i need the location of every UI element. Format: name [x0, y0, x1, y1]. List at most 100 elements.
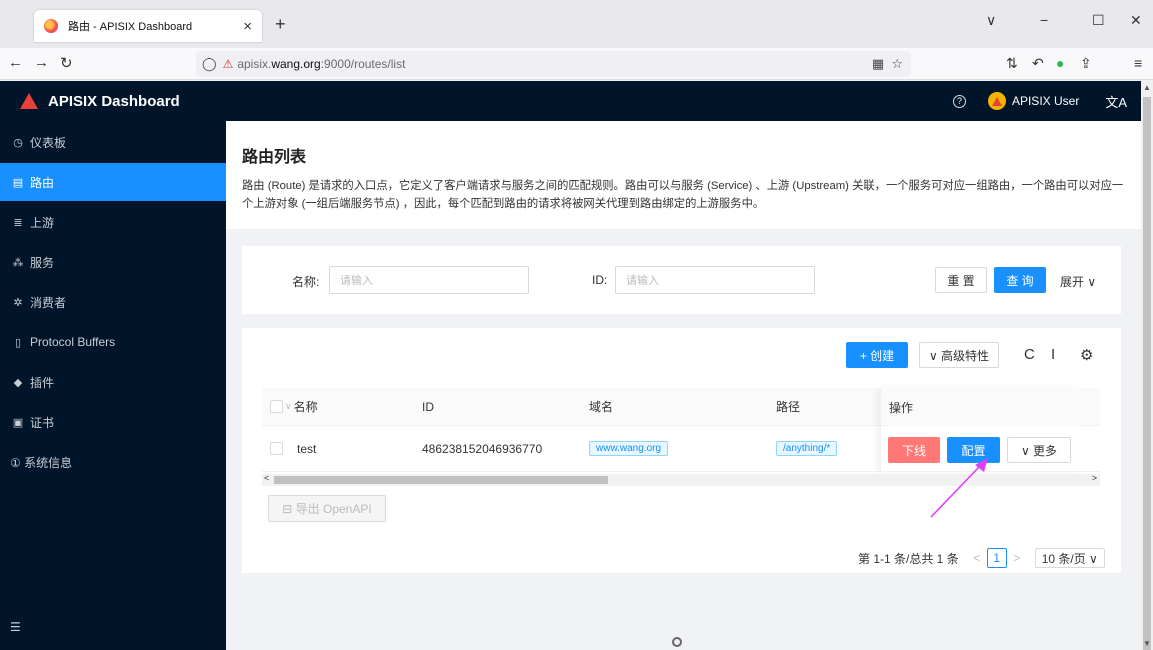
new-tab-button[interactable]: +: [275, 14, 286, 35]
offline-button[interactable]: 下线: [888, 437, 940, 463]
language-icon[interactable]: 文A: [1105, 92, 1127, 111]
sidebar-item-label: 插件: [30, 375, 55, 390]
url-suffix: :9000/routes/list: [320, 57, 406, 71]
menu-icon[interactable]: ≡: [1134, 55, 1142, 71]
sidebar-item-label: 消费者: [30, 295, 67, 310]
sidebar-item-label: 证书: [30, 415, 55, 430]
query-button[interactable]: 查 询: [994, 267, 1046, 293]
maximize-icon[interactable]: ☐: [1092, 12, 1105, 29]
column-path: 路径: [776, 400, 801, 414]
reset-button[interactable]: 重 置: [935, 267, 987, 293]
sidebar-item-protocol-buffers[interactable]: ▯ Protocol Buffers: [0, 323, 226, 361]
share-icon[interactable]: ⇪: [1080, 55, 1092, 72]
operations-column: 操作 下线 配置 ∨ 更多: [880, 388, 1080, 472]
column-host: 域名: [589, 400, 614, 414]
browser-tab[interactable]: 路由 - APISIX Dashboard ×: [34, 10, 262, 42]
sidebar-item-label: Protocol Buffers: [30, 335, 116, 349]
id-input[interactable]: 请输入: [615, 266, 815, 294]
app-header: APISIX Dashboard ? APISIX User 文A: [0, 81, 1141, 121]
chevron-down-icon[interactable]: ∨: [285, 401, 292, 412]
tab-list-icon[interactable]: ∨: [986, 12, 996, 29]
pagination-summary: 第 1-1 条/总共 1 条: [858, 551, 959, 566]
vertical-scrollbar[interactable]: ▲ ▼: [1141, 81, 1153, 650]
sidebar-item-plugin[interactable]: ◆ 插件: [0, 363, 226, 401]
app-title[interactable]: APISIX Dashboard: [48, 93, 180, 110]
sidebar-item-system-info[interactable]: ① 系统信息: [0, 443, 226, 481]
sidebar-item-label: 路由: [30, 175, 55, 190]
sidebar-item-service[interactable]: ⁂ 服务: [0, 243, 226, 281]
resize-handle-icon: [672, 637, 682, 647]
firefox-icon: [44, 19, 58, 33]
column-id: ID: [422, 399, 434, 414]
sidebar-item-dashboard[interactable]: ◷ 仪表板: [0, 123, 226, 161]
path-tag: /anything/*: [776, 441, 838, 456]
scroll-right-icon[interactable]: >: [1092, 473, 1097, 483]
history-icon[interactable]: ↶: [1032, 55, 1044, 72]
scroll-up-icon[interactable]: ▲: [1143, 83, 1151, 92]
url-bar[interactable]: ◯ ⚠ apisix. wang.org:9000/routes/list ▦ ☆: [196, 51, 911, 77]
routes-table-card: + 创建 ∨ 高级特性 C I ⚙ ∨ 名称 ID 域名 路径 test 4862…: [242, 328, 1121, 573]
row-checkbox[interactable]: [270, 442, 283, 455]
route-icon: ▤: [12, 176, 24, 189]
tab-close-icon[interactable]: ×: [243, 18, 252, 35]
export-openapi-button[interactable]: ⊟ 导出 OpenAPI: [268, 495, 386, 522]
scroll-down-icon[interactable]: ▼: [1143, 639, 1151, 648]
window-close-icon[interactable]: ✕: [1130, 12, 1142, 29]
consumer-icon: ✲: [13, 296, 23, 309]
sidebar: ◷ 仪表板 ▤ 路由 ≣ 上游 ⁂ 服务 ✲ 消费者 ▯ Protocol Buffers …: [0, 121, 226, 650]
more-dropdown[interactable]: ∨ 更多: [1007, 437, 1071, 463]
hscroll-thumb[interactable]: [274, 476, 608, 484]
page-title: 路由列表: [242, 149, 307, 166]
prev-page-icon[interactable]: <: [967, 548, 987, 568]
user-name[interactable]: APISIX User: [1012, 94, 1079, 108]
page-description: 路由 (Route) 是请求的入口点，它定义了客户端请求与服务之间的匹配规则。路…: [242, 180, 1124, 210]
browser-tabbar: 路由 - APISIX Dashboard × + ∨ − ☐ ✕: [0, 0, 1153, 48]
next-page-icon[interactable]: >: [1007, 548, 1027, 568]
bookmark-star-icon[interactable]: ▦ ☆: [872, 56, 903, 72]
density-icon[interactable]: I: [1051, 346, 1055, 363]
expand-toggle[interactable]: 展开 ∨: [1060, 273, 1096, 290]
addon-icon[interactable]: ●: [1056, 55, 1064, 71]
sidebar-item-label: 仪表板: [30, 135, 67, 150]
scrollbar-thumb[interactable]: [1143, 97, 1151, 650]
avatar[interactable]: [987, 92, 1006, 110]
route-name: test: [297, 441, 317, 456]
horizontal-scrollbar[interactable]: < >: [262, 473, 1100, 486]
sidebar-item-label: 上游: [30, 215, 55, 230]
name-input[interactable]: 请输入: [329, 266, 529, 294]
page-current[interactable]: 1: [986, 548, 1007, 568]
page-size-select[interactable]: 10 条/页 ∨: [1034, 548, 1105, 568]
back-icon[interactable]: ←: [8, 54, 23, 71]
sidebar-item-label: 服务: [30, 255, 55, 270]
certificate-icon: ▣: [12, 416, 24, 429]
sidebar-item-consumer[interactable]: ✲ 消费者: [0, 283, 226, 321]
dashboard-icon: ◷: [13, 136, 23, 149]
minimize-icon[interactable]: −: [1040, 12, 1048, 28]
advanced-features-dropdown[interactable]: ∨ 高级特性: [919, 342, 999, 368]
url-prefix: apisix.: [237, 57, 272, 71]
sidebar-item-upstream[interactable]: ≣ 上游: [0, 203, 226, 241]
apisix-logo-icon: [20, 93, 38, 109]
reload-icon[interactable]: ↻: [60, 54, 73, 72]
browser-navbar: ← → ↻ ◯ ⚠ apisix. wang.org:9000/routes/li…: [0, 48, 1153, 80]
tab-title: 路由 - APISIX Dashboard: [68, 21, 193, 33]
service-icon: ⁂: [12, 256, 24, 269]
host-tag: www.wang.org: [589, 441, 669, 456]
name-label: 名称:: [292, 275, 320, 289]
insecure-lock-icon[interactable]: ⚠: [223, 57, 234, 71]
url-host: wang.org: [271, 57, 321, 71]
help-icon[interactable]: ?: [952, 94, 966, 108]
extension-icon[interactable]: ⇅: [1006, 55, 1018, 72]
collapse-menu-icon[interactable]: ☰: [10, 620, 21, 634]
scroll-left-icon[interactable]: <: [264, 473, 269, 483]
settings-gear-icon[interactable]: ⚙: [1080, 346, 1093, 364]
reload-icon[interactable]: C: [1024, 346, 1035, 363]
config-button[interactable]: 配置: [947, 437, 1000, 463]
sidebar-item-certificate[interactable]: ▣ 证书: [0, 403, 226, 441]
id-label: ID:: [592, 273, 608, 287]
sidebar-item-routes[interactable]: ▤ 路由: [0, 163, 226, 201]
select-all-checkbox[interactable]: [270, 400, 283, 413]
forward-icon[interactable]: →: [34, 54, 49, 71]
create-button[interactable]: + 创建: [846, 342, 908, 368]
route-id: 486238152046936770: [422, 441, 543, 456]
